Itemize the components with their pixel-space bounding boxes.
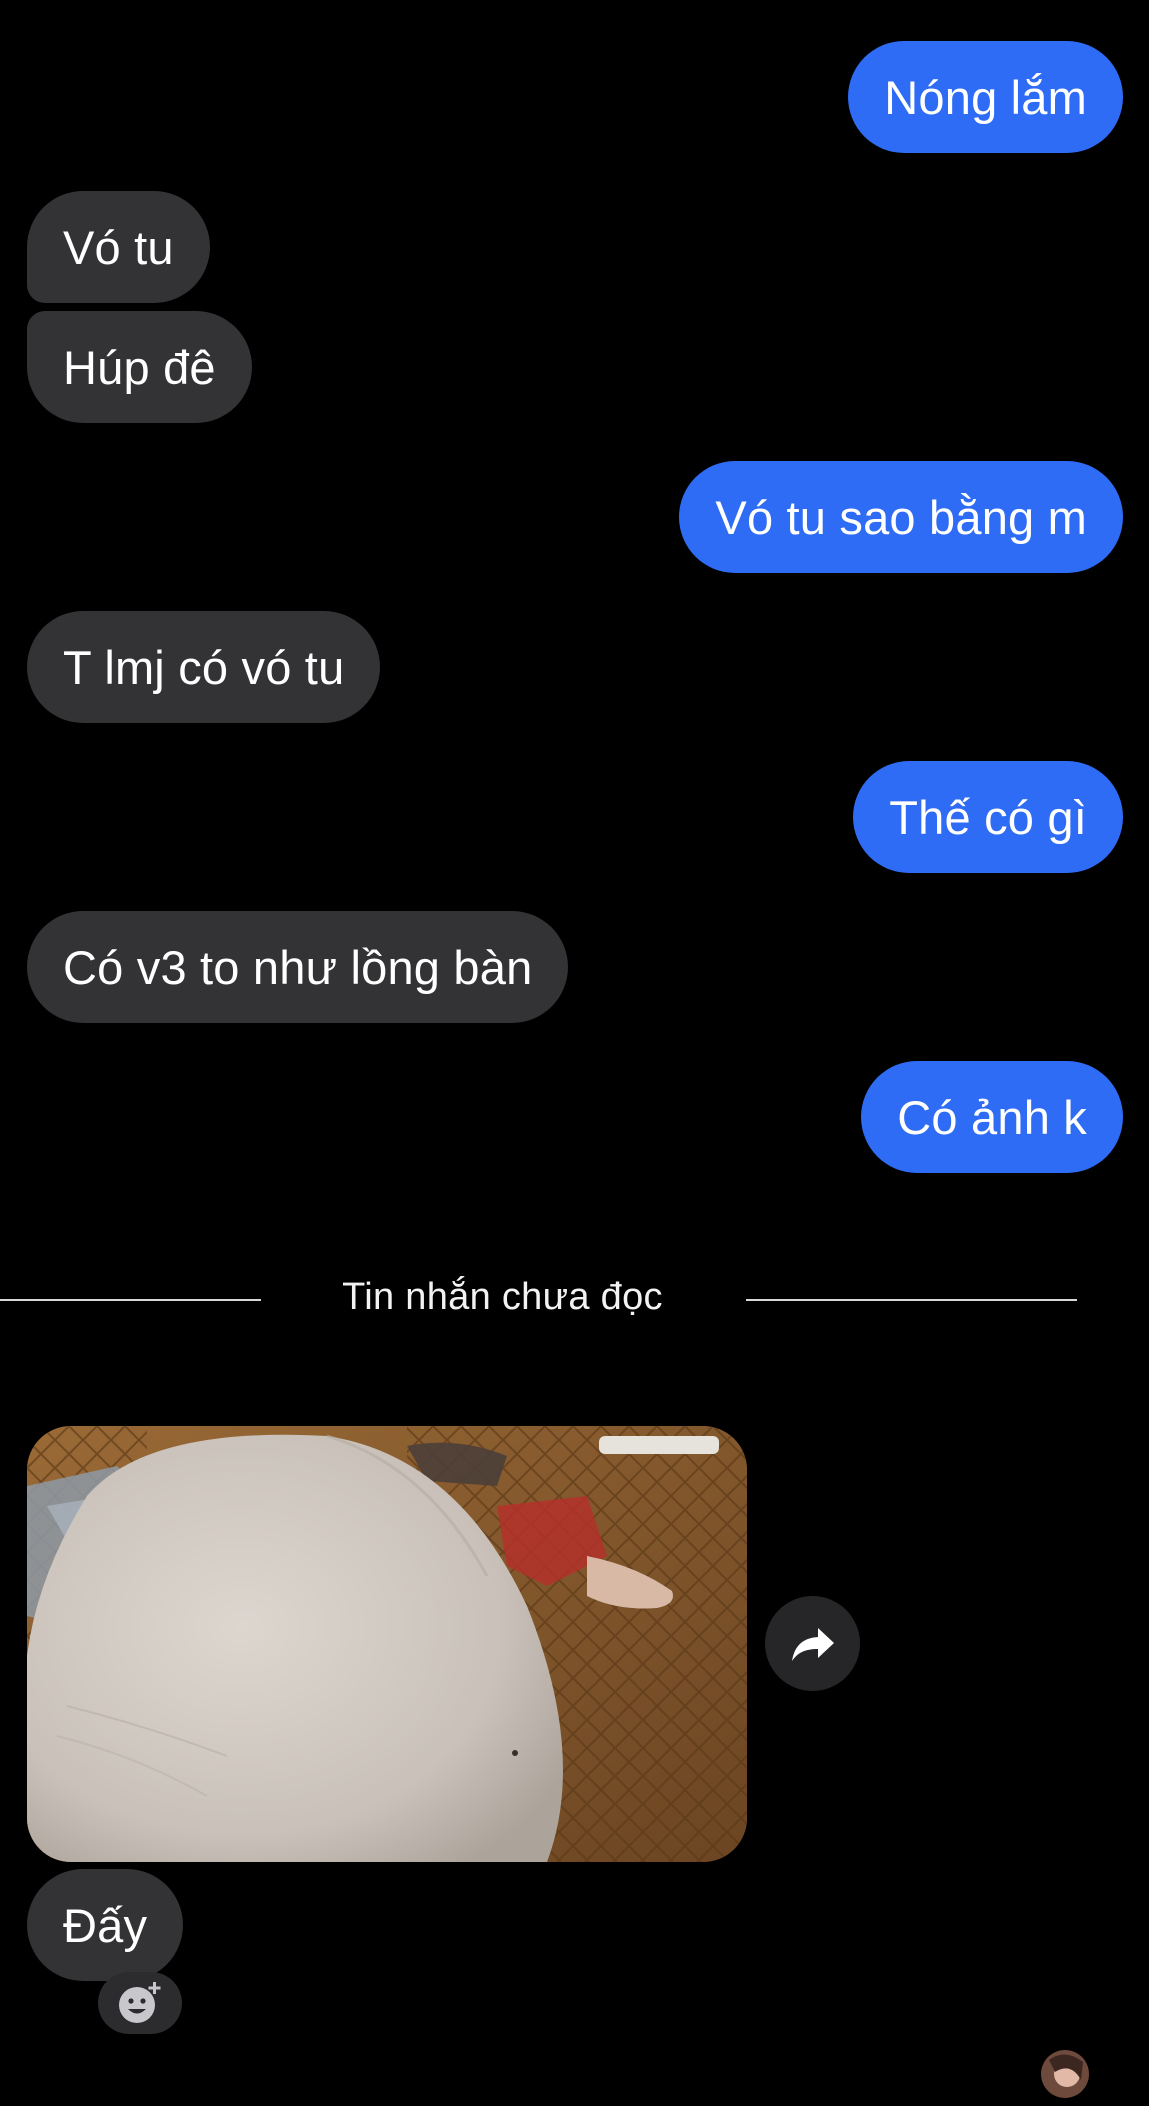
message-bubble-received[interactable]: T lmj có vó tu xyxy=(27,611,381,723)
message-text: Đấy xyxy=(63,1898,148,1952)
message-bubble-sent[interactable]: Thế có gì xyxy=(853,761,1123,873)
message-bubble-sent[interactable]: Nóng lắm xyxy=(848,41,1123,153)
add-reaction-button[interactable] xyxy=(98,1972,182,2034)
message-text: Húp đê xyxy=(63,340,216,394)
seen-avatar xyxy=(1041,2050,1089,2098)
message-text: Vó tu xyxy=(63,220,174,274)
divider-line-right xyxy=(746,1299,1077,1301)
share-button[interactable] xyxy=(765,1596,860,1691)
share-forward-icon xyxy=(791,1627,834,1661)
photo-attachment[interactable] xyxy=(27,1426,747,1862)
message-text: T lmj có vó tu xyxy=(63,640,345,694)
message-bubble-received[interactable]: Húp đê xyxy=(27,311,252,423)
message-bubble-sent[interactable]: Vó tu sao bằng m xyxy=(679,461,1123,573)
message-text: Thế có gì xyxy=(889,790,1087,844)
unread-divider-label: Tin nhắn chưa đọc xyxy=(342,1276,663,1318)
message-text: Có v3 to như lồng bàn xyxy=(63,940,533,994)
message-bubble-sent[interactable]: Có ảnh k xyxy=(861,1061,1123,1173)
message-bubble-received[interactable]: Có v3 to như lồng bàn xyxy=(27,911,569,1023)
message-text: Có ảnh k xyxy=(897,1090,1087,1144)
message-text: Vó tu sao bằng m xyxy=(715,490,1087,544)
photo-image xyxy=(27,1426,747,1862)
unread-messages-divider: Tin nhắn chưa đọc xyxy=(0,1276,1149,1324)
message-bubble-received[interactable]: Vó tu xyxy=(27,191,210,303)
avatar-image xyxy=(1041,2050,1089,2098)
message-text: Nóng lắm xyxy=(884,70,1087,124)
message-bubble-received[interactable]: Đấy xyxy=(27,1869,184,1981)
add-reaction-icon xyxy=(119,1982,161,2023)
